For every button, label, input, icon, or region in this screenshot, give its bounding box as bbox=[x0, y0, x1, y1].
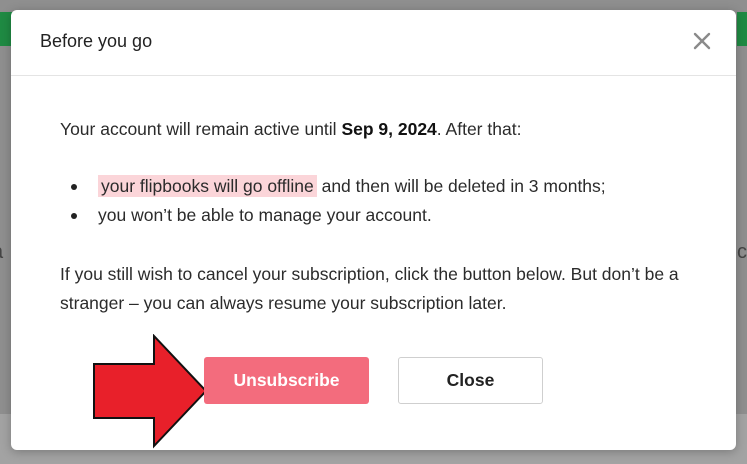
list-item: your flipbooks will go offline and then … bbox=[60, 172, 606, 201]
background-text-fragment: c bbox=[737, 241, 747, 263]
highlighted-text: your flipbooks will go offline bbox=[98, 175, 317, 197]
account-active-notice: Your account will remain active until Se… bbox=[60, 115, 521, 144]
background-text-fragment: a bbox=[0, 241, 3, 264]
close-icon[interactable] bbox=[691, 30, 713, 52]
cancel-explanation: If you still wish to cancel your subscri… bbox=[60, 264, 679, 313]
bullet-icon bbox=[71, 184, 77, 190]
dialog-header: Before you go bbox=[11, 10, 736, 76]
list-item-text: you won’t be able to manage your account… bbox=[98, 205, 432, 225]
dialog-title: Before you go bbox=[40, 31, 153, 51]
list-item: you won’t be able to manage your account… bbox=[60, 201, 606, 230]
unsubscribe-button[interactable]: Unsubscribe bbox=[204, 357, 369, 404]
bullet-icon bbox=[71, 213, 77, 219]
annotation-arrow-icon bbox=[93, 334, 208, 449]
list-item-text: and then will be deleted in 3 months; bbox=[316, 176, 606, 196]
cancel-subscription-dialog: Before you go Your account will remain a… bbox=[11, 10, 736, 450]
notice-prefix: Your account will remain active until bbox=[60, 119, 342, 139]
background-header-bar bbox=[737, 12, 747, 46]
active-until-date: Sep 9, 2024 bbox=[341, 119, 437, 139]
notice-suffix: . After that: bbox=[436, 119, 522, 139]
close-button[interactable]: Close bbox=[398, 357, 543, 404]
consequences-list: your flipbooks will go offline and then … bbox=[60, 172, 606, 230]
